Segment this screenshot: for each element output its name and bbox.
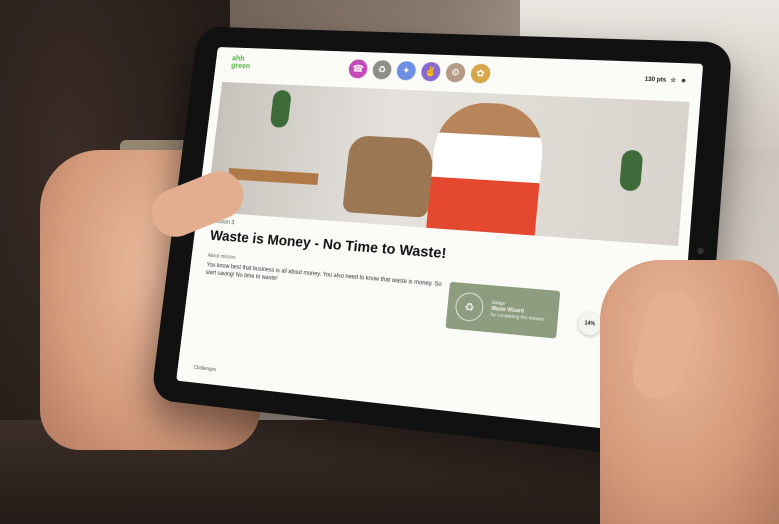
progress-indicator: 14% (577, 311, 603, 337)
user-status: 130 pts ☆ ☻ (644, 76, 687, 85)
trophy-icon[interactable]: ☆ (670, 77, 676, 84)
leaf-icon[interactable]: ✿ (469, 63, 492, 84)
phone-icon[interactable]: ☎ (347, 59, 369, 79)
paper-bag-decoration (342, 135, 436, 218)
hero-image (206, 81, 690, 247)
hand-icon[interactable]: ✌ (420, 61, 442, 82)
person-illustration (426, 100, 547, 236)
badge-text: Badge Waste Wizard for completing this m… (490, 300, 545, 323)
camera-icon (697, 247, 705, 255)
plant-decoration-right (619, 149, 644, 192)
badge-trash-icon: ♻ (454, 291, 485, 323)
trash-icon[interactable]: ♻ (371, 59, 393, 80)
bike-icon[interactable]: ⚙ (445, 62, 467, 83)
challenges-tab[interactable]: Challenges (193, 365, 216, 373)
mission-content: Mission 3 Waste is Money - No Time to Wa… (205, 219, 452, 298)
plant-decoration (269, 89, 292, 128)
badge-title: Badge (491, 299, 506, 306)
badge-card[interactable]: ♻ Badge Waste Wizard for completing this… (445, 281, 561, 339)
brand-logo[interactable]: ahh green (231, 54, 252, 70)
user-icon[interactable]: ☻ (680, 78, 687, 84)
photo-scene: ahh green ☎ ♻ ✦ ✌ ⚙ ✿ 130 pts ☆ ☻ Missio… (0, 0, 779, 524)
category-nav: ☎ ♻ ✦ ✌ ⚙ ✿ (347, 59, 492, 84)
points-label: 130 pts (644, 76, 667, 84)
counter-decoration (227, 167, 319, 186)
bird-icon[interactable]: ✦ (395, 60, 417, 81)
